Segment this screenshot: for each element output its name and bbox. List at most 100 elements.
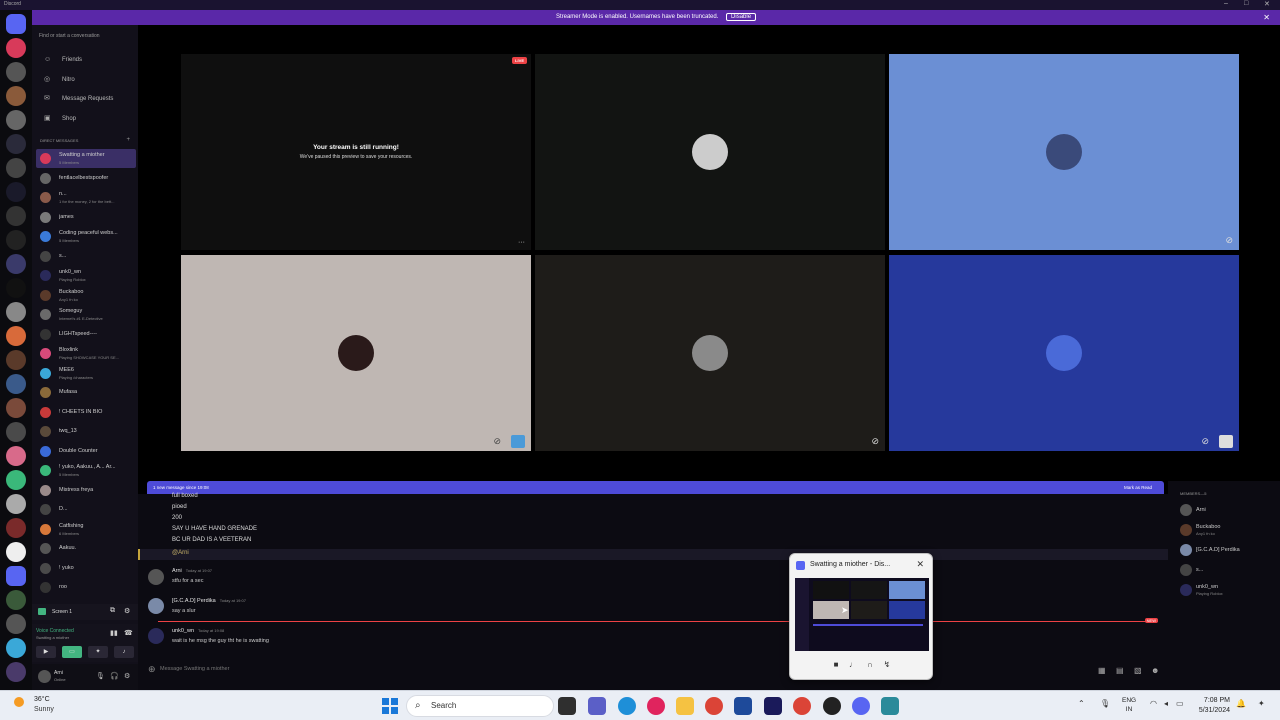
edge-icon[interactable]: [618, 697, 636, 715]
battery-icon[interactable]: ▭: [1176, 699, 1184, 708]
camera-button[interactable]: ▶: [36, 646, 56, 658]
nav-shop[interactable]: ▣ Shop: [36, 111, 136, 127]
sticker-icon[interactable]: ▧: [1134, 663, 1142, 679]
screen-share-button[interactable]: ▭: [62, 646, 82, 658]
disconnect-button[interactable]: ↯: [880, 658, 894, 671]
video-tile[interactable]: ⊘: [181, 255, 531, 451]
microphone-tray-icon[interactable]: 🎙: [1100, 699, 1110, 708]
server-icon[interactable]: [6, 374, 26, 394]
more-icon[interactable]: ···: [518, 239, 525, 246]
avatar[interactable]: [148, 569, 164, 585]
close-icon[interactable]: ✕: [916, 559, 924, 570]
dm-item[interactable]: ! yuko, Aakuu., A... Ar... 5 Members: [36, 461, 136, 480]
dm-item[interactable]: MEE6 Playing /characters: [36, 364, 136, 383]
dm-item[interactable]: unk0_wn Playing Roblox: [36, 266, 136, 285]
new-messages-bar[interactable]: 1 new message since 19:08 Mark as Read: [147, 481, 1164, 494]
server-icon[interactable]: [6, 86, 26, 106]
server-icon[interactable]: [6, 470, 26, 490]
file-explorer-icon[interactable]: [676, 697, 694, 715]
temperature[interactable]: 36°C: [34, 696, 50, 703]
avatar[interactable]: [148, 598, 164, 614]
video-tile[interactable]: [535, 54, 885, 250]
message-author[interactable]: unk0_wn Today at 19:08: [172, 628, 224, 634]
dm-item[interactable]: Buckaboo Any1 fn ko: [36, 286, 136, 305]
message-author[interactable]: Arni Today at 19:07: [172, 568, 212, 574]
server-icon[interactable]: [6, 350, 26, 370]
dm-item[interactable]: fentlacelbestspoofer: [36, 169, 136, 188]
dm-item[interactable]: Double Counter: [36, 442, 136, 461]
window-preview[interactable]: ➤: [795, 578, 929, 651]
dm-item[interactable]: n... 1 for the money, 2 for the bett...: [36, 188, 136, 207]
server-icon[interactable]: [6, 638, 26, 658]
teams-icon[interactable]: [588, 697, 606, 715]
app-icon[interactable]: [823, 697, 841, 715]
dm-item[interactable]: Bloxlink Playing SHOWCASE YOUR SE...: [36, 344, 136, 363]
create-dm-icon[interactable]: +: [126, 137, 130, 143]
close-banner-icon[interactable]: ✕: [1263, 10, 1270, 25]
server-icon[interactable]: [6, 446, 26, 466]
wifi-icon[interactable]: ◠: [1150, 699, 1157, 708]
dm-item[interactable]: s...: [36, 247, 136, 266]
soundboard-button[interactable]: ♪: [114, 646, 134, 658]
video-tile[interactable]: ⊘: [535, 255, 885, 451]
dm-search-input[interactable]: Find or start a conversation: [36, 31, 134, 41]
minimize-icon[interactable]: –: [1224, 0, 1228, 7]
disconnect-icon[interactable]: ☎: [124, 629, 133, 637]
dm-item[interactable]: Swatting a miother 5 Members: [36, 149, 136, 168]
copilot-icon[interactable]: ✦: [1258, 699, 1265, 708]
member-item[interactable]: Buckaboo Any1 fn ko: [1180, 521, 1280, 539]
server-icon[interactable]: [6, 254, 26, 274]
dm-item[interactable]: Mistress freya: [36, 481, 136, 500]
camera-button[interactable]: ■: [829, 658, 843, 671]
server-icon[interactable]: [6, 590, 26, 610]
dm-item[interactable]: Someguy Internet's #1 E-Detective: [36, 305, 136, 324]
video-tile[interactable]: LIVE Your stream is still running! We've…: [181, 54, 531, 250]
maximize-icon[interactable]: □: [1244, 0, 1248, 7]
gif-icon[interactable]: ▤: [1116, 663, 1124, 679]
dm-item[interactable]: ! yuko: [36, 559, 136, 578]
server-icon[interactable]: [6, 302, 26, 322]
store-icon[interactable]: [734, 697, 752, 715]
video-tile[interactable]: ⊘: [889, 255, 1239, 451]
message-author[interactable]: [G.C.A.D] Perdika Today at 19:07: [172, 598, 246, 604]
opera-icon[interactable]: [647, 697, 665, 715]
server-icon[interactable]: [6, 518, 26, 538]
mark-as-read-button[interactable]: Mark as Read: [1124, 481, 1152, 494]
server-icon[interactable]: [6, 38, 26, 58]
member-item[interactable]: [G.C.A.D] Perdika: [1180, 541, 1280, 559]
dm-item[interactable]: Mufasa: [36, 383, 136, 402]
server-icon[interactable]: [6, 422, 26, 442]
server-icon[interactable]: [6, 566, 26, 586]
server-icon[interactable]: [6, 230, 26, 250]
taskbar-search[interactable]: ⌕ Search: [406, 695, 554, 717]
app-icon[interactable]: [881, 697, 899, 715]
nav-message-requests[interactable]: ✉ Message Requests: [36, 91, 136, 107]
server-icon[interactable]: [6, 494, 26, 514]
microphone-button[interactable]: ♩: [846, 658, 860, 671]
close-window-icon[interactable]: ✕: [1264, 0, 1270, 8]
weather-icon[interactable]: [14, 697, 24, 707]
server-icon[interactable]: [6, 110, 26, 130]
microphone-icon[interactable]: 🎙: [96, 672, 105, 680]
chevron-up-icon[interactable]: ⌃: [1078, 699, 1085, 708]
volume-icon[interactable]: ◂: [1164, 699, 1168, 708]
dm-item[interactable]: Catfishing 6 Members: [36, 520, 136, 539]
dm-item[interactable]: Coding peaceful webs... 5 Members: [36, 227, 136, 246]
server-icon[interactable]: [6, 662, 26, 682]
headphones-icon[interactable]: 🎧: [110, 672, 119, 680]
server-icon[interactable]: [6, 134, 26, 154]
dm-item[interactable]: james: [36, 208, 136, 227]
message-input[interactable]: ⊕ Message Swatting a miother ▦ ▤ ▧ ☻: [148, 661, 1159, 679]
emoji-icon[interactable]: ☻: [1151, 663, 1159, 679]
nav-friends[interactable]: ☺ Friends: [36, 52, 136, 68]
settings-icon[interactable]: ⚙: [124, 672, 130, 680]
signal-icon[interactable]: ▮▮: [110, 629, 118, 637]
dm-item[interactable]: LIGHTspeed----: [36, 325, 136, 344]
dm-item[interactable]: twq_13: [36, 422, 136, 441]
avatar[interactable]: [38, 670, 51, 683]
dm-item[interactable]: Aakuu.: [36, 539, 136, 558]
dm-item[interactable]: ! CHEETS IN BIO: [36, 403, 136, 422]
server-icon[interactable]: [6, 278, 26, 298]
discord-home-icon[interactable]: [6, 14, 26, 34]
language-indicator[interactable]: ENG IN: [1122, 696, 1136, 714]
